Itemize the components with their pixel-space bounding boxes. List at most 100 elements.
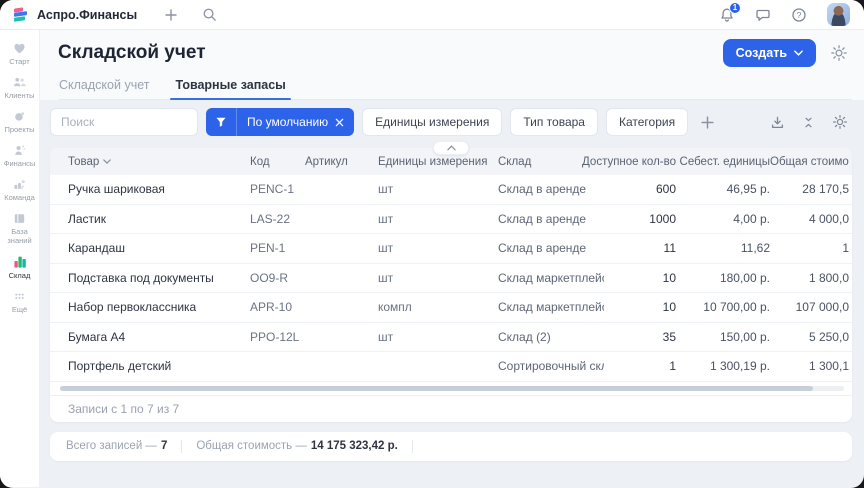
sidebar-item-clients[interactable]: Клиенты bbox=[0, 75, 40, 100]
help-icon[interactable]: ? bbox=[791, 7, 807, 23]
start-icon bbox=[12, 41, 27, 56]
cell-unit: компл bbox=[378, 300, 498, 314]
column-header-product[interactable]: Товар bbox=[68, 156, 250, 168]
column-header-total-cost[interactable]: Общая стоимость bbox=[770, 156, 849, 168]
column-header-code[interactable]: Код bbox=[250, 156, 305, 168]
cell-qty: 11 bbox=[604, 241, 676, 255]
cell-warehouse: Склад в аренде bbox=[498, 182, 604, 196]
cell-code: PPO-12L bbox=[250, 330, 305, 344]
cell-product: Подставка под документы bbox=[68, 271, 250, 285]
notifications-bell-icon[interactable]: 1 bbox=[719, 7, 735, 23]
records-info: Записи с 1 по 7 из 7 bbox=[50, 395, 852, 422]
cell-total-cost: 4 000,0 bbox=[770, 212, 849, 226]
create-button[interactable]: Создать bbox=[723, 39, 816, 67]
cell-unit: шт bbox=[378, 271, 498, 285]
cell-unit-cost: 10 700,00 р. bbox=[676, 300, 770, 314]
funnel-icon bbox=[206, 116, 236, 128]
cell-warehouse: Склад в аренде bbox=[498, 241, 604, 255]
table-row[interactable]: Бумага А4 PPO-12L шт Склад (2) 35 150,00… bbox=[50, 323, 852, 353]
cell-unit-cost: 46,95 р. bbox=[676, 182, 770, 196]
cell-unit-cost: 1 300,19 р. bbox=[676, 359, 770, 373]
table-row[interactable]: Ластик LAS-22 шт Склад в аренде 1000 4,0… bbox=[50, 205, 852, 235]
cell-product: Карандаш bbox=[68, 241, 250, 255]
chevron-up-icon bbox=[447, 145, 456, 151]
cell-warehouse: Склад маркетплейса bbox=[498, 300, 604, 314]
cell-qty: 10 bbox=[604, 271, 676, 285]
user-avatar[interactable] bbox=[827, 3, 850, 26]
table-row[interactable]: Портфель детский Сортировочный скла 1 1 … bbox=[50, 352, 852, 382]
app-logo-icon bbox=[14, 7, 29, 22]
add-filter-icon[interactable] bbox=[696, 113, 719, 132]
cell-unit: шт bbox=[378, 241, 498, 255]
table-row[interactable]: Подставка под документы OO9-R шт Склад м… bbox=[50, 264, 852, 294]
page-header: Складской учет Создать Складской учет То… bbox=[40, 30, 864, 100]
sidebar-item-more[interactable]: Ещё bbox=[0, 289, 40, 314]
cell-unit: шт bbox=[378, 330, 498, 344]
tab-bar: Складской учет Товарные запасы bbox=[58, 72, 852, 100]
finance-icon bbox=[12, 143, 27, 158]
cell-product: Портфель детский bbox=[68, 359, 250, 373]
cell-product: Ластик bbox=[68, 212, 250, 226]
projects-icon bbox=[12, 109, 27, 124]
cell-qty: 35 bbox=[604, 330, 676, 344]
filter-product-type-button[interactable]: Тип товара bbox=[510, 108, 598, 136]
column-header-unit-cost[interactable]: Себест. единицы bbox=[676, 156, 770, 168]
team-icon bbox=[12, 177, 27, 192]
cell-unit-cost: 11,62 bbox=[676, 241, 770, 255]
column-header-article[interactable]: Артикул bbox=[305, 156, 378, 168]
tab-warehouse-accounting[interactable]: Складской учет bbox=[58, 72, 150, 99]
filter-units-button[interactable]: Единицы измерения bbox=[362, 108, 502, 136]
more-dots-icon bbox=[12, 289, 27, 304]
summary-bar: Всего записей — 7 Общая стоимость — 14 1… bbox=[50, 432, 852, 461]
add-icon[interactable] bbox=[163, 7, 179, 23]
horizontal-scrollbar bbox=[50, 382, 852, 395]
cell-warehouse: Сортировочный скла bbox=[498, 359, 604, 373]
filter-category-button[interactable]: Категория bbox=[606, 108, 688, 136]
cell-qty: 600 bbox=[604, 182, 676, 196]
cell-code: LAS-22 bbox=[250, 212, 305, 226]
total-records-label: Всего записей — bbox=[66, 440, 157, 452]
notification-badge: 1 bbox=[729, 2, 741, 14]
tab-goods-stock[interactable]: Товарные запасы bbox=[174, 72, 286, 99]
cell-qty: 10 bbox=[604, 300, 676, 314]
cell-warehouse: Склад маркетплейса bbox=[498, 271, 604, 285]
export-download-icon[interactable] bbox=[770, 115, 785, 130]
chat-icon[interactable] bbox=[755, 7, 771, 23]
sidebar-item-team[interactable]: Команда bbox=[0, 177, 40, 202]
cell-total-cost: 1 800,0 bbox=[770, 271, 849, 285]
table-row[interactable]: Набор первоклассника APR-10 компл Склад … bbox=[50, 293, 852, 323]
page-title: Складской учет bbox=[58, 42, 206, 64]
active-filter-chip[interactable]: По умолчанию bbox=[206, 108, 354, 136]
clients-icon bbox=[12, 75, 27, 90]
remove-filter-icon[interactable] bbox=[335, 118, 354, 127]
sidebar-item-knowledge-base[interactable]: База знаний bbox=[0, 211, 40, 245]
collapse-filters-pill[interactable] bbox=[433, 141, 469, 155]
table-settings-gear-icon[interactable] bbox=[832, 114, 848, 130]
column-header-warehouse[interactable]: Склад bbox=[498, 156, 576, 168]
knowledge-base-icon bbox=[12, 211, 27, 226]
collapse-rows-icon[interactable] bbox=[802, 116, 815, 129]
cell-warehouse: Склад в аренде bbox=[498, 212, 604, 226]
table-row[interactable]: Ручка шариковая PENC-1 шт Склад в аренде… bbox=[50, 175, 852, 205]
cell-total-cost: 28 170,5 bbox=[770, 182, 849, 196]
table-row[interactable]: Карандаш PEN-1 шт Склад в аренде 11 11,6… bbox=[50, 234, 852, 264]
app-name: Аспро.Финансы bbox=[37, 8, 137, 22]
cell-code: APR-10 bbox=[250, 300, 305, 314]
page-settings-gear-icon[interactable] bbox=[830, 44, 852, 62]
sidebar-item-start[interactable]: Старт bbox=[0, 41, 40, 66]
warehouse-icon bbox=[12, 254, 28, 270]
sidebar-item-finance[interactable]: Финансы bbox=[0, 143, 40, 168]
sort-chevron-icon bbox=[103, 159, 111, 164]
scrollbar-thumb[interactable] bbox=[60, 386, 813, 391]
column-header-available-qty[interactable]: Доступное кол-во bbox=[576, 156, 676, 168]
sidebar-item-warehouse[interactable]: Склад bbox=[0, 254, 40, 280]
column-header-units[interactable]: Единицы измерения bbox=[378, 156, 498, 168]
search-input[interactable] bbox=[50, 108, 198, 136]
total-cost-value: 14 175 323,42 р. bbox=[311, 440, 398, 452]
cell-total-cost: 107 000,0 bbox=[770, 300, 849, 314]
search-icon[interactable] bbox=[201, 7, 217, 23]
sidebar-item-projects[interactable]: Проекты bbox=[0, 109, 40, 134]
cell-product: Ручка шариковая bbox=[68, 182, 250, 196]
cell-product: Набор первоклассника bbox=[68, 300, 250, 314]
cell-unit-cost: 150,00 р. bbox=[676, 330, 770, 344]
